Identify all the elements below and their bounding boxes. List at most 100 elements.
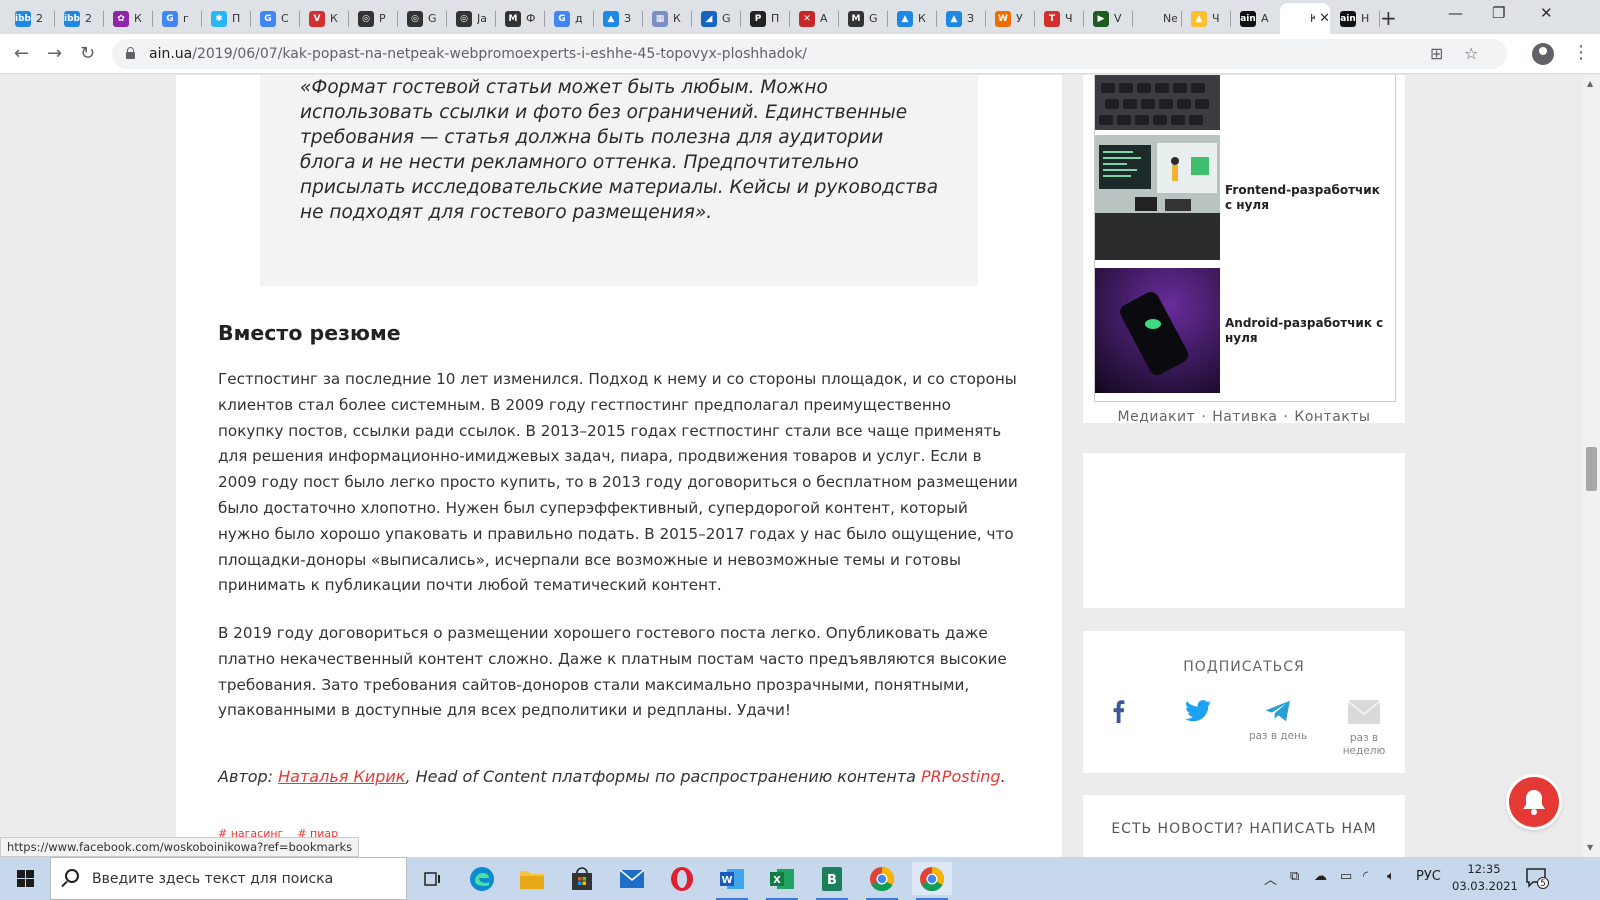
maximize-button[interactable]: ❐ bbox=[1492, 4, 1505, 22]
footer-link-native[interactable]: Нативка bbox=[1212, 409, 1277, 425]
tab-favicon-icon: G bbox=[554, 10, 570, 27]
article-paragraph-2: В 2019 году договориться о размещении хо… bbox=[218, 624, 1007, 720]
tab-title: г bbox=[183, 12, 189, 25]
browser-tab[interactable]: MG bbox=[839, 3, 887, 34]
browser-tab[interactable]: ✱ П bbox=[202, 3, 250, 34]
notification-bell-button[interactable] bbox=[1509, 777, 1559, 827]
profile-avatar[interactable] bbox=[1532, 43, 1554, 65]
browser-tab[interactable]: ibb 2 bbox=[55, 3, 103, 34]
tab-title: G bbox=[869, 12, 878, 25]
article-paragraph-1: Гестпостинг за последние 10 лет изменилс… bbox=[218, 370, 1018, 595]
svg-text:X: X bbox=[773, 875, 781, 886]
tab-title: К bbox=[134, 12, 142, 25]
tab-title: К bbox=[330, 12, 338, 25]
word-icon[interactable]: W bbox=[712, 862, 752, 900]
minimize-button[interactable]: — bbox=[1448, 4, 1463, 22]
forward-button[interactable]: → bbox=[47, 43, 62, 64]
footer-link-contacts[interactable]: Контакты bbox=[1294, 409, 1370, 425]
windows-start-icon[interactable] bbox=[17, 870, 34, 887]
battery-icon[interactable]: ▭ bbox=[1340, 869, 1352, 884]
translate-icon[interactable]: ⊞ bbox=[1430, 44, 1443, 63]
browser-tab[interactable]: ◎ Р bbox=[349, 3, 397, 34]
browser-tab[interactable]: ◢ G bbox=[692, 3, 740, 34]
tab-favicon-icon: ain bbox=[1340, 10, 1356, 27]
chrome-icon[interactable] bbox=[862, 862, 902, 900]
tab-favicon-icon: W bbox=[995, 10, 1011, 27]
telegram-subscribe[interactable]: раз в день bbox=[1243, 699, 1313, 743]
browser-tab[interactable]: TЧ bbox=[1035, 3, 1083, 34]
browser-tab[interactable]: Gг bbox=[153, 3, 201, 34]
tab-title: А bbox=[1261, 12, 1269, 25]
file-explorer-icon[interactable] bbox=[512, 862, 552, 895]
browser-menu-icon[interactable]: ⋮ bbox=[1572, 42, 1590, 63]
browser-tab[interactable]: ▦ К bbox=[643, 3, 691, 34]
browser-tab[interactable]: WУ bbox=[986, 3, 1034, 34]
chrome-icon[interactable] bbox=[912, 862, 952, 900]
app-icon[interactable]: B bbox=[812, 862, 852, 900]
scroll-thumb[interactable] bbox=[1586, 447, 1597, 491]
clock[interactable]: 12:35 03.03.2021 bbox=[1452, 861, 1518, 895]
action-center-icon[interactable]: 5 bbox=[1525, 867, 1549, 889]
email-subscribe[interactable]: раз в неделю bbox=[1329, 699, 1399, 758]
scroll-up-icon[interactable]: ▲ bbox=[1587, 79, 1593, 88]
onedrive-icon[interactable]: ☁ bbox=[1314, 869, 1327, 884]
company-link[interactable]: PRPosting bbox=[921, 767, 1001, 786]
news-title[interactable]: ЕСТЬ НОВОСТИ? НАПИСАТЬ НАМ bbox=[1083, 821, 1405, 837]
tab-favicon-icon: ▲ bbox=[1191, 10, 1207, 27]
edge-icon[interactable] bbox=[462, 862, 502, 895]
browser-tab[interactable]: PП bbox=[741, 3, 789, 34]
browser-tab[interactable]: ▲ З bbox=[937, 3, 985, 34]
author-link[interactable]: Наталья Кирик bbox=[278, 767, 405, 786]
browser-tab[interactable]: ain Н bbox=[1331, 3, 1379, 34]
back-button[interactable]: ← bbox=[14, 43, 29, 64]
tab-title: Ф bbox=[526, 12, 536, 25]
footer-link-mediakit[interactable]: Медиакит bbox=[1118, 409, 1196, 425]
browser-tab[interactable]: ✿ К bbox=[104, 3, 152, 34]
browser-tab[interactable]: ✕ А bbox=[790, 3, 838, 34]
browser-tab[interactable]: ibb 2 bbox=[6, 3, 54, 34]
meet-now-icon[interactable]: ⧉ bbox=[1290, 869, 1299, 884]
mail-icon[interactable] bbox=[612, 862, 652, 895]
task-view-icon[interactable] bbox=[412, 862, 452, 895]
tab-title: Н bbox=[1361, 12, 1370, 25]
excel-icon[interactable]: X bbox=[762, 862, 802, 900]
tab-favicon-icon: M bbox=[505, 10, 521, 27]
chevron-up-icon[interactable]: ︿ bbox=[1264, 869, 1277, 888]
browser-tab[interactable]: ▲ К bbox=[888, 3, 936, 34]
browser-tab[interactable]: Gд bbox=[545, 3, 593, 34]
wifi-icon[interactable]: ◜ bbox=[1363, 869, 1368, 884]
browser-tab[interactable]: MФ bbox=[496, 3, 544, 34]
article-column: «Формат гостевой статьи может быть любым… bbox=[176, 75, 1062, 857]
tab-favicon-icon: ▲ bbox=[897, 10, 913, 27]
browser-tab[interactable]: ◎ G bbox=[398, 3, 446, 34]
browser-tab[interactable]: ▶ V bbox=[1084, 3, 1132, 34]
opera-icon[interactable] bbox=[662, 862, 702, 895]
tab-favicon-icon: P bbox=[750, 10, 766, 27]
browser-tab[interactable]: ▲ Ч bbox=[1182, 3, 1230, 34]
store-icon[interactable] bbox=[562, 862, 602, 895]
browser-tab[interactable]: GС bbox=[251, 3, 299, 34]
course-title: Frontend-разработчик с нуля bbox=[1225, 183, 1380, 212]
reload-button[interactable]: ↻ bbox=[80, 43, 95, 64]
browser-tab[interactable]: ◎ Ja bbox=[447, 3, 495, 34]
browser-tab[interactable]: ain А bbox=[1231, 3, 1279, 34]
svg-text:B: B bbox=[827, 873, 837, 888]
language-indicator[interactable]: РУС bbox=[1416, 869, 1441, 884]
browser-tab[interactable]: Ка✕ bbox=[1280, 3, 1330, 34]
bookmark-star-icon[interactable]: ☆ bbox=[1464, 44, 1478, 63]
browser-tab[interactable]: ▲ З bbox=[594, 3, 642, 34]
browser-tab[interactable]: VК bbox=[300, 3, 348, 34]
twitter-subscribe[interactable] bbox=[1163, 699, 1233, 730]
close-window-button[interactable]: ✕ bbox=[1540, 4, 1553, 22]
tab-favicon-icon: ibb bbox=[64, 10, 80, 27]
address-bar[interactable]: ain.ua/2019/06/07/kak-popast-na-netpeak-… bbox=[112, 39, 1507, 69]
facebook-subscribe[interactable] bbox=[1084, 699, 1154, 730]
volume-icon[interactable]: 🔈︎ bbox=[1387, 869, 1395, 884]
page-scrollbar[interactable]: ▲ ▼ bbox=[1583, 75, 1600, 857]
browser-tab[interactable]: New bbox=[1133, 3, 1181, 34]
new-tab-button[interactable]: + bbox=[1380, 6, 1397, 30]
scroll-down-icon[interactable]: ▼ bbox=[1587, 843, 1593, 852]
taskbar-search[interactable]: Введите здесь текст для поиска bbox=[50, 857, 407, 900]
tab-close-icon[interactable]: ✕ bbox=[1319, 11, 1330, 26]
tab-title: С bbox=[281, 12, 289, 25]
